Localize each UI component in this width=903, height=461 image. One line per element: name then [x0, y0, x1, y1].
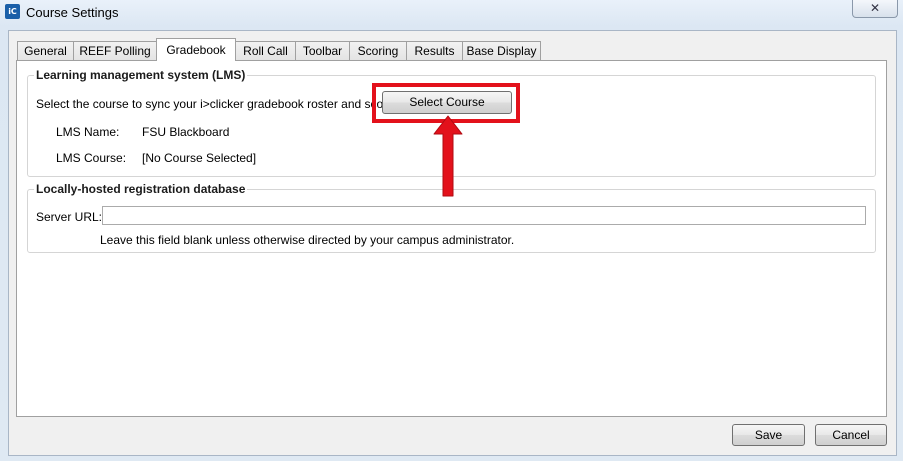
server-url-hint: Leave this field blank unless otherwise …	[100, 233, 515, 247]
save-button[interactable]: Save	[732, 424, 805, 446]
title-bar: iC Course Settings ✕	[0, 0, 903, 26]
close-window-button[interactable]: ✕	[852, 0, 898, 18]
iclicker-app-icon: iC	[5, 4, 20, 19]
tab-roll-call[interactable]: Roll Call	[235, 41, 296, 61]
close-icon: ✕	[869, 1, 881, 15]
lms-group-title: Learning management system (LMS)	[34, 68, 248, 82]
lms-name-label: LMS Name:	[56, 125, 120, 139]
course-settings-window: iC Course Settings ✕ General REEF Pollin…	[0, 0, 903, 461]
lms-course-label: LMS Course:	[56, 151, 127, 165]
tab-scoring[interactable]: Scoring	[349, 41, 407, 61]
annotation-arrow-icon	[433, 115, 463, 197]
sync-prompt-label: Select the course to sync your i>clicker…	[36, 97, 404, 111]
cancel-button[interactable]: Cancel	[815, 424, 887, 446]
tab-base-display[interactable]: Base Display	[462, 41, 541, 61]
tab-general[interactable]: General	[17, 41, 74, 61]
tab-toolbar[interactable]: Toolbar	[295, 41, 350, 61]
lms-course-value: [No Course Selected]	[142, 151, 257, 165]
tab-results[interactable]: Results	[406, 41, 463, 61]
window-title: Course Settings	[26, 5, 119, 20]
tab-gradebook[interactable]: Gradebook	[156, 38, 236, 61]
tab-reef-polling[interactable]: REEF Polling	[73, 41, 157, 61]
server-url-input[interactable]	[102, 206, 866, 225]
lms-name-value: FSU Blackboard	[142, 125, 230, 139]
registration-group-title: Locally-hosted registration database	[34, 182, 248, 196]
server-url-label: Server URL:	[36, 210, 103, 224]
